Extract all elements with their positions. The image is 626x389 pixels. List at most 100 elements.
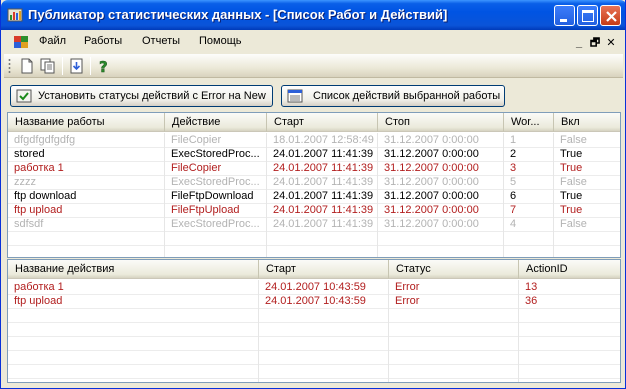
col-action-status[interactable]: Статус [389,260,519,279]
cell-wor: 4 [510,218,517,230]
row-gridline [8,378,620,379]
cell-enabled: True [560,148,583,160]
action-list-label: Список действий выбранной работы [313,90,501,102]
svg-text:?: ? [99,58,108,75]
table-row[interactable]: ftp upload 24.01.2007 10:43:59 Error 36 [8,294,620,308]
row-gridline [8,336,620,337]
cell-start: 24.01.2007 11:41:39 [273,204,374,216]
action-list-button[interactable]: Список действий выбранной работы [281,85,505,107]
cell-wor: 5 [510,176,517,188]
cell-id: 36 [525,295,538,307]
mdi-child-icon[interactable] [13,35,29,49]
toolbar-separator [62,57,63,75]
help-icon[interactable]: ? [96,57,114,75]
jobs-table-header: Название работы Действие Старт Стоп Wor.… [8,113,620,132]
cell-enabled: True [560,204,583,216]
new-document-icon[interactable] [18,57,36,75]
refresh-status-icon [16,89,32,103]
cell-stop: 31.12.2007 0:00:00 [384,176,479,188]
cell-action: FileCopier [171,134,222,146]
cell-start: 24.01.2007 10:43:59 [265,295,366,307]
menu-reports[interactable]: Отчеты [142,35,180,47]
table-row[interactable]: dfgdfgdfgdfg FileCopier 18.01.2007 12:58:4… [8,133,620,147]
cell-wor: 1 [510,134,517,146]
minimize-icon [560,19,567,22]
cell-name: zzzz [14,176,36,188]
maximize-button[interactable] [577,5,598,26]
copy-document-icon[interactable] [39,57,57,75]
toolbar: ? [4,54,623,78]
cell-name: dfgdfgdfgdfg [14,134,76,146]
cell-action: ExecStoredProc... [171,218,260,230]
cell-start: 18.01.2007 12:58:49 [273,134,374,146]
cell-start: 24.01.2007 10:43:59 [265,281,366,293]
cell-start: 24.01.2007 11:41:39 [273,162,374,174]
menu-file[interactable]: Файл [39,35,66,47]
cell-wor: 3 [510,162,517,174]
cell-stop: 31.12.2007 0:00:00 [384,218,479,230]
col-action-name[interactable]: Название действия [8,260,259,279]
cell-action: ExecStoredProc... [171,148,260,160]
col-job-name[interactable]: Название работы [8,113,165,132]
row-gridline [8,308,620,309]
mdi-close-button[interactable]: ✕ [603,36,619,49]
mdi-minimize-button[interactable]: _ [571,37,587,49]
close-button[interactable] [600,5,621,26]
set-statuses-button[interactable]: Установить статусы действий с Error на N… [10,85,273,107]
row-gridline [8,231,620,232]
table-row[interactable]: zzzz ExecStoredProc... 24.01.2007 11:41:39… [8,175,620,189]
import-icon[interactable] [68,57,86,75]
cell-name: sdfsdf [14,218,44,230]
actions-table-header: Название действия Старт Статус ActionID [8,260,620,279]
app-window: Публикатор статистических данных - [Спис… [0,0,626,389]
col-stop[interactable]: Стоп [378,113,504,132]
row-gridline [8,364,620,365]
cell-id: 13 [525,281,538,293]
cell-name: работка 1 [14,281,64,293]
mdi-controls: _ 🗗 ✕ [571,34,619,53]
minimize-button[interactable] [554,5,575,26]
cell-action: ExecStoredProc... [171,176,260,188]
toolbar-grip[interactable] [8,58,11,74]
cell-wor: 6 [510,190,517,202]
cell-name: ftp upload [14,204,63,216]
table-row[interactable]: работка 1 24.01.2007 10:43:59 Error 13 [8,280,620,294]
table-row[interactable]: ftp upload FileFtpUpload 24.01.2007 11:41:… [8,203,620,217]
actions-table[interactable]: Название действия Старт Статус ActionID … [7,259,621,383]
cell-name: работка 1 [14,162,64,174]
list-window-icon [287,89,303,103]
mdi-restore-button[interactable]: 🗗 [587,34,603,53]
col-wor[interactable]: Wor... [504,113,554,132]
col-action-id[interactable]: ActionID [519,260,620,279]
row-gridline [8,322,620,323]
cell-action: FileFtpUpload [171,204,240,216]
toolbar-separator [90,57,91,75]
table-row[interactable]: stored ExecStoredProc... 24.01.2007 11:41:… [8,147,620,161]
cell-enabled: False [560,134,587,146]
cell-enabled: True [560,190,583,202]
col-action-start[interactable]: Старт [259,260,389,279]
table-row[interactable]: sdfsdf ExecStoredProc... 24.01.2007 11:41:… [8,217,620,231]
title-bar[interactable]: Публикатор статистических данных - [Спис… [1,0,625,30]
table-row[interactable]: ftp download FileFtpDownload 24.01.2007 11… [8,189,620,203]
cell-stop: 31.12.2007 0:00:00 [384,148,479,160]
cell-wor: 7 [510,204,517,216]
cell-wor: 2 [510,148,517,160]
cell-start: 24.01.2007 11:41:39 [273,148,374,160]
close-icon [606,11,617,22]
window-title: Публикатор статистических данных - [Спис… [28,7,448,22]
col-start[interactable]: Старт [267,113,378,132]
cell-enabled: False [560,218,587,230]
col-enabled[interactable]: Вкл [554,113,620,132]
row-gridline [8,245,620,246]
jobs-table[interactable]: Название работы Действие Старт Стоп Wor.… [7,112,621,258]
cell-enabled: True [560,162,583,174]
menu-help[interactable]: Помощь [199,35,242,47]
cell-name: stored [14,148,45,160]
cell-start: 24.01.2007 11:41:39 [273,190,374,202]
cell-start: 24.01.2007 11:41:39 [273,218,374,230]
col-action[interactable]: Действие [165,113,267,132]
menu-jobs[interactable]: Работы [84,35,122,47]
maximize-icon [582,10,594,22]
table-row[interactable]: работка 1 FileCopier 24.01.2007 11:41:39 31… [8,161,620,175]
